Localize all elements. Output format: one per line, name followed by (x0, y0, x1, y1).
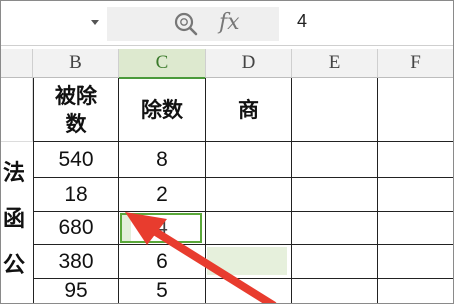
column-header-e[interactable]: E (292, 49, 378, 78)
cell-e-4[interactable] (292, 245, 378, 279)
selected-cell[interactable] (120, 213, 202, 243)
side-text-2: 函 (3, 207, 26, 232)
name-box[interactable] (1, 7, 105, 41)
cell-divisor-2[interactable]: 2 (119, 178, 206, 212)
cell-f-2[interactable] (378, 178, 453, 212)
cell-dividend-3[interactable]: 680 (33, 212, 119, 245)
cell-quotient-2[interactable] (206, 178, 292, 212)
cell-e-2[interactable] (292, 178, 378, 212)
formula-bar: fx 4 (1, 1, 453, 46)
header-quotient[interactable]: 商 (206, 78, 292, 142)
cell-divisor-4[interactable]: 6 (119, 245, 206, 279)
cell-dividend-5[interactable]: 95 (33, 279, 119, 303)
cell-e-5[interactable] (292, 279, 378, 303)
cell-divisor-5[interactable]: 5 (119, 279, 206, 303)
fx-icon[interactable]: fx (219, 10, 240, 35)
cell-f-1[interactable] (378, 142, 453, 178)
cell-quotient-3[interactable] (206, 212, 292, 245)
cell-divisor-1[interactable]: 8 (119, 142, 206, 178)
cell-e-1[interactable] (292, 142, 378, 178)
cell-dividend-1[interactable]: 540 (33, 142, 119, 178)
formula-input[interactable]: 4 (297, 11, 307, 32)
dropdown-caret-icon[interactable] (91, 20, 99, 25)
cell-dividend-2[interactable]: 18 (33, 178, 119, 212)
cell-e-header[interactable] (292, 78, 378, 142)
column-header-b[interactable]: B (33, 49, 119, 78)
cell-e-3[interactable] (292, 212, 378, 245)
cell-quotient-5[interactable] (206, 279, 292, 303)
side-text-3: 公 (3, 253, 26, 278)
column-header-d[interactable]: D (206, 49, 292, 78)
fill-preview (207, 247, 287, 275)
cell-f-5[interactable] (378, 279, 453, 303)
cell-quotient-1[interactable] (206, 142, 292, 178)
column-header-f[interactable]: F (378, 49, 453, 78)
header-dividend[interactable]: 被除 数 (33, 78, 119, 142)
cell-f-header[interactable] (378, 78, 453, 142)
formula-buttons: fx (107, 7, 279, 41)
zoom-icon[interactable] (173, 11, 199, 37)
side-text-1: 法 (3, 161, 26, 186)
cell-f-3[interactable] (378, 212, 453, 245)
cell-a-header[interactable] (1, 78, 33, 142)
spreadsheet-window: fx 4 B C D E F 法 函 公 被除 数 除数 商 540 8 18 … (0, 0, 454, 304)
cell-f-4[interactable] (378, 245, 453, 279)
header-divisor[interactable]: 除数 (119, 78, 206, 142)
cell-dividend-4[interactable]: 380 (33, 245, 119, 279)
column-header-c[interactable]: C (119, 49, 206, 79)
column-header-blank (1, 49, 33, 78)
